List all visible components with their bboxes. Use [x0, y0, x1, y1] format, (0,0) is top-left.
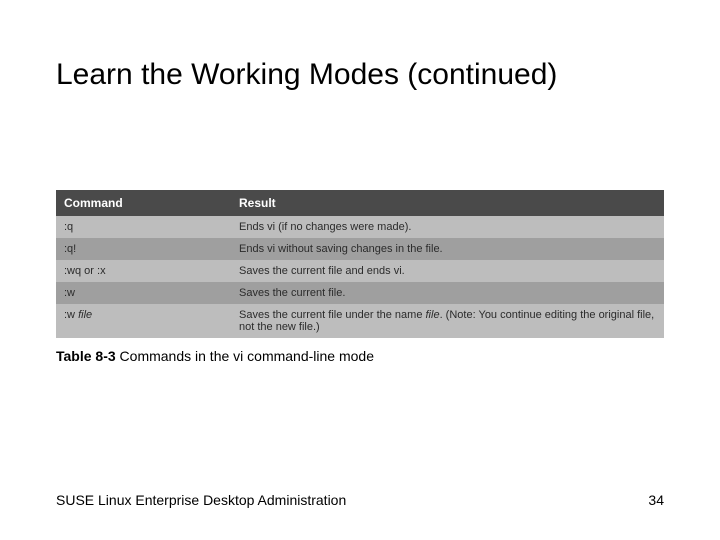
command-table: Command Result :q Ends vi (if no changes…: [56, 190, 664, 338]
th-command: Command: [56, 190, 231, 216]
table-row: :q Ends vi (if no changes were made).: [56, 216, 664, 238]
cell-result: Ends vi (if no changes were made).: [231, 216, 664, 238]
footer-text: SUSE Linux Enterprise Desktop Administra…: [56, 492, 346, 508]
cell-result: Ends vi without saving changes in the fi…: [231, 238, 664, 260]
cell-command: :wq or :x: [56, 260, 231, 282]
cell-command: :q!: [56, 238, 231, 260]
page-title: Learn the Working Modes (continued): [56, 58, 557, 92]
page-number: 34: [648, 492, 664, 508]
table-row: :w file Saves the current file under the…: [56, 304, 664, 338]
cell-command: :w: [56, 282, 231, 304]
cell-result: Saves the current file under the name fi…: [231, 304, 664, 338]
table-caption: Table 8-3 Commands in the vi command-lin…: [56, 348, 374, 364]
th-result: Result: [231, 190, 664, 216]
table-row: :wq or :x Saves the current file and end…: [56, 260, 664, 282]
cell-command: :w file: [56, 304, 231, 338]
table-row: :q! Ends vi without saving changes in th…: [56, 238, 664, 260]
cell-result: Saves the current file and ends vi.: [231, 260, 664, 282]
cell-result: Saves the current file.: [231, 282, 664, 304]
table-row: :w Saves the current file.: [56, 282, 664, 304]
cell-command: :q: [56, 216, 231, 238]
